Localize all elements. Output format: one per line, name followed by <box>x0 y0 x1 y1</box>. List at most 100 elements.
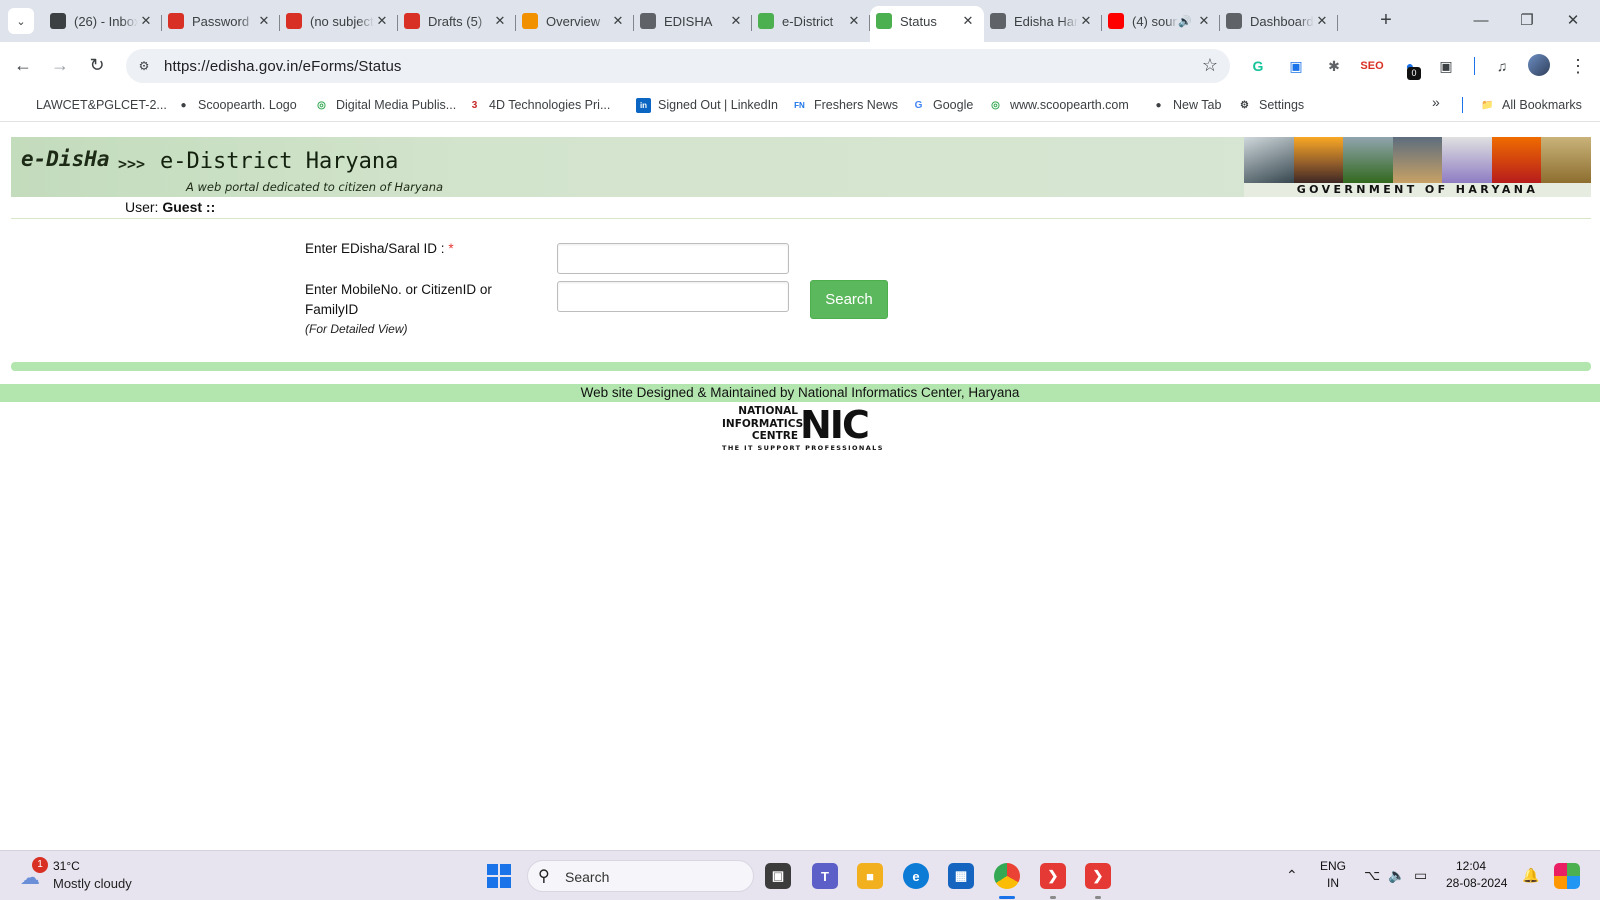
chrome-icon[interactable] <box>994 863 1020 889</box>
seo-extension-icon[interactable]: SEO <box>1360 56 1383 76</box>
teams-icon[interactable]: T <box>812 863 838 889</box>
bookmark-4[interactable]: in Signed Out | LinkedIn <box>636 96 778 114</box>
user-value: Guest :: <box>162 199 216 215</box>
close-window-button[interactable]: ✕ <box>1550 0 1596 40</box>
copilot-icon[interactable] <box>1554 863 1580 889</box>
close-tab-icon[interactable]: ✕ <box>1314 13 1330 29</box>
tab-7[interactable]: Status ✕ <box>870 6 984 42</box>
url-text[interactable]: https://edisha.gov.in/eForms/Status <box>164 58 402 75</box>
language-bottom[interactable]: IN <box>1327 876 1339 890</box>
tab-search-button[interactable]: ⌄ <box>8 8 34 34</box>
anydesk-icon[interactable]: ❯ <box>1040 863 1066 889</box>
file-explorer-icon[interactable]: ■ <box>857 863 883 889</box>
menu-kebab-icon[interactable]: ⋮ <box>1568 56 1588 76</box>
bookmark-9[interactable]: ⚙ Settings <box>1237 96 1304 114</box>
restore-icon: ❐ <box>1520 12 1534 29</box>
taskbar-search-label: Search <box>565 869 610 885</box>
tab-title: Dashboard <box>1250 13 1314 29</box>
close-tab-icon[interactable]: ✕ <box>256 13 272 29</box>
profile-avatar[interactable] <box>1528 54 1550 76</box>
close-tab-icon[interactable]: ✕ <box>610 13 626 29</box>
bookmark-6[interactable]: G Google <box>911 96 974 114</box>
tab-3[interactable]: Drafts (5) ✕ <box>398 6 516 36</box>
clock-date[interactable]: 28-08-2024 <box>1446 876 1507 890</box>
close-tab-icon[interactable]: ✕ <box>960 13 976 29</box>
speaker-icon[interactable]: 🔊 <box>1178 15 1192 28</box>
nic-logo: NATIONAL INFORMATICS CENTRE NIC THE IT S… <box>722 405 884 455</box>
tab-1[interactable]: Password ✕ <box>162 6 280 36</box>
close-tab-icon[interactable]: ✕ <box>1078 13 1094 29</box>
tab-9[interactable]: (4) sound🔊 ✕ <box>1102 6 1220 36</box>
task-view-icon[interactable]: ▣ <box>765 863 791 889</box>
minimize-button[interactable]: — <box>1458 0 1504 40</box>
bookmark-2[interactable]: ◎ Digital Media Publis... <box>314 96 456 114</box>
bookmark-7[interactable]: ◎ www.scoopearth.com <box>988 96 1129 114</box>
media-control-icon[interactable]: ♫ <box>1492 56 1512 76</box>
restore-button[interactable]: ❐ <box>1504 0 1550 40</box>
weather-condition[interactable]: Mostly cloudy <box>53 876 132 891</box>
close-tab-icon[interactable]: ✕ <box>492 13 508 29</box>
close-tab-icon[interactable]: ✕ <box>728 13 744 29</box>
notification-bell-icon[interactable]: 🔔 <box>1522 867 1539 884</box>
bookmarks-bar: LAWCET&PGLCET-2... ● Scoopearth. Logo ◎ Digi… <box>0 88 1600 122</box>
grammarly-icon[interactable]: G <box>1248 56 1268 76</box>
site-info-icon[interactable]: ⚙ <box>134 56 154 76</box>
arrow-left-icon: ← <box>14 54 32 75</box>
bookmark-label: LAWCET&PGLCET-2... <box>36 98 167 112</box>
bookmark-5[interactable]: FN Freshers News <box>792 96 898 114</box>
chevron-up-icon[interactable]: ⌃ <box>1286 867 1298 884</box>
close-tab-icon[interactable]: ✕ <box>846 13 862 29</box>
taskbar-search[interactable]: ⚲ Search <box>527 860 754 892</box>
temperature[interactable]: 31°C <box>53 859 80 873</box>
edisha-id-input[interactable] <box>557 243 789 274</box>
close-tab-icon[interactable]: ✕ <box>374 13 390 29</box>
all-bookmarks-button[interactable]: 📁 All Bookmarks <box>1480 96 1582 114</box>
linkedin-icon: in <box>636 97 651 113</box>
back-button[interactable]: ← <box>8 50 38 80</box>
globe-icon <box>1226 13 1242 29</box>
bookmark-0[interactable]: LAWCET&PGLCET-2... <box>14 96 167 114</box>
search-button[interactable]: Search <box>810 280 888 319</box>
nic-tagline: THE IT SUPPORT PROFESSIONALS <box>722 444 884 452</box>
puzzle-extension-icon[interactable]: ✱ <box>1324 56 1344 76</box>
windows-taskbar: ☁ 1 31°C Mostly cloudy ⚲ Search ▣ T ■ e … <box>0 850 1600 900</box>
wifi-icon[interactable]: ⌥ <box>1364 867 1380 884</box>
edge-icon[interactable]: e <box>903 863 929 889</box>
more-bookmarks-icon[interactable]: » <box>1432 94 1440 110</box>
tab-title: e-District <box>782 13 834 29</box>
tab-10[interactable]: Dashboard ✕ <box>1220 6 1338 36</box>
language-top[interactable]: ENG <box>1320 859 1346 873</box>
extensions-icon[interactable]: ▣ <box>1436 56 1456 76</box>
mobile-citizen-input[interactable] <box>557 281 789 312</box>
anydesk-running-indicator <box>1050 896 1056 899</box>
bookmark-3[interactable]: 3 4D Technologies Pri... <box>467 96 611 114</box>
battery-icon[interactable]: ▭ <box>1414 867 1427 884</box>
tab-2[interactable]: (no subject) ✕ <box>280 6 398 36</box>
brand-title: e-District Haryana <box>160 149 399 174</box>
weather-badge: 1 <box>32 857 48 873</box>
reload-button[interactable]: ↻ <box>82 50 112 80</box>
tab-8[interactable]: Edisha Haryana✕ <box>984 6 1102 36</box>
close-tab-icon[interactable]: ✕ <box>138 13 154 29</box>
bookmark-label: Signed Out | LinkedIn <box>658 98 778 112</box>
new-tab-button[interactable]: + <box>1374 9 1398 33</box>
close-tab-icon[interactable]: ✕ <box>1196 13 1212 29</box>
anydesk-second-icon[interactable]: ❯ <box>1085 863 1111 889</box>
tab-4[interactable]: Overview ✕ <box>516 6 634 36</box>
bookmark-star-icon[interactable]: ☆ <box>1202 55 1218 76</box>
tab-0[interactable]: (26) - Inbox ✕ <box>44 6 162 36</box>
address-bar[interactable]: ⚙ https://edisha.gov.in/eForms/Status ☆ <box>126 49 1230 83</box>
store-icon[interactable]: ▦ <box>948 863 974 889</box>
bookmark-8[interactable]: ● New Tab <box>1151 96 1221 114</box>
tab-title: (no subject) <box>310 13 374 29</box>
forward-button[interactable]: → <box>45 50 75 80</box>
volume-icon[interactable]: 🔈 <box>1388 867 1405 884</box>
bookmark-1[interactable]: ● Scoopearth. Logo <box>176 96 296 114</box>
tab-5[interactable]: EDISHA ✕ <box>634 6 752 36</box>
screen-cast-icon[interactable]: ▣ <box>1286 56 1306 76</box>
tab-6[interactable]: e-District ✕ <box>752 6 870 36</box>
green-separator-bar <box>11 362 1591 371</box>
windows-start-icon[interactable] <box>487 864 511 888</box>
clock-time[interactable]: 12:04 <box>1456 859 1486 873</box>
tab-title: Drafts (5) <box>428 13 483 29</box>
